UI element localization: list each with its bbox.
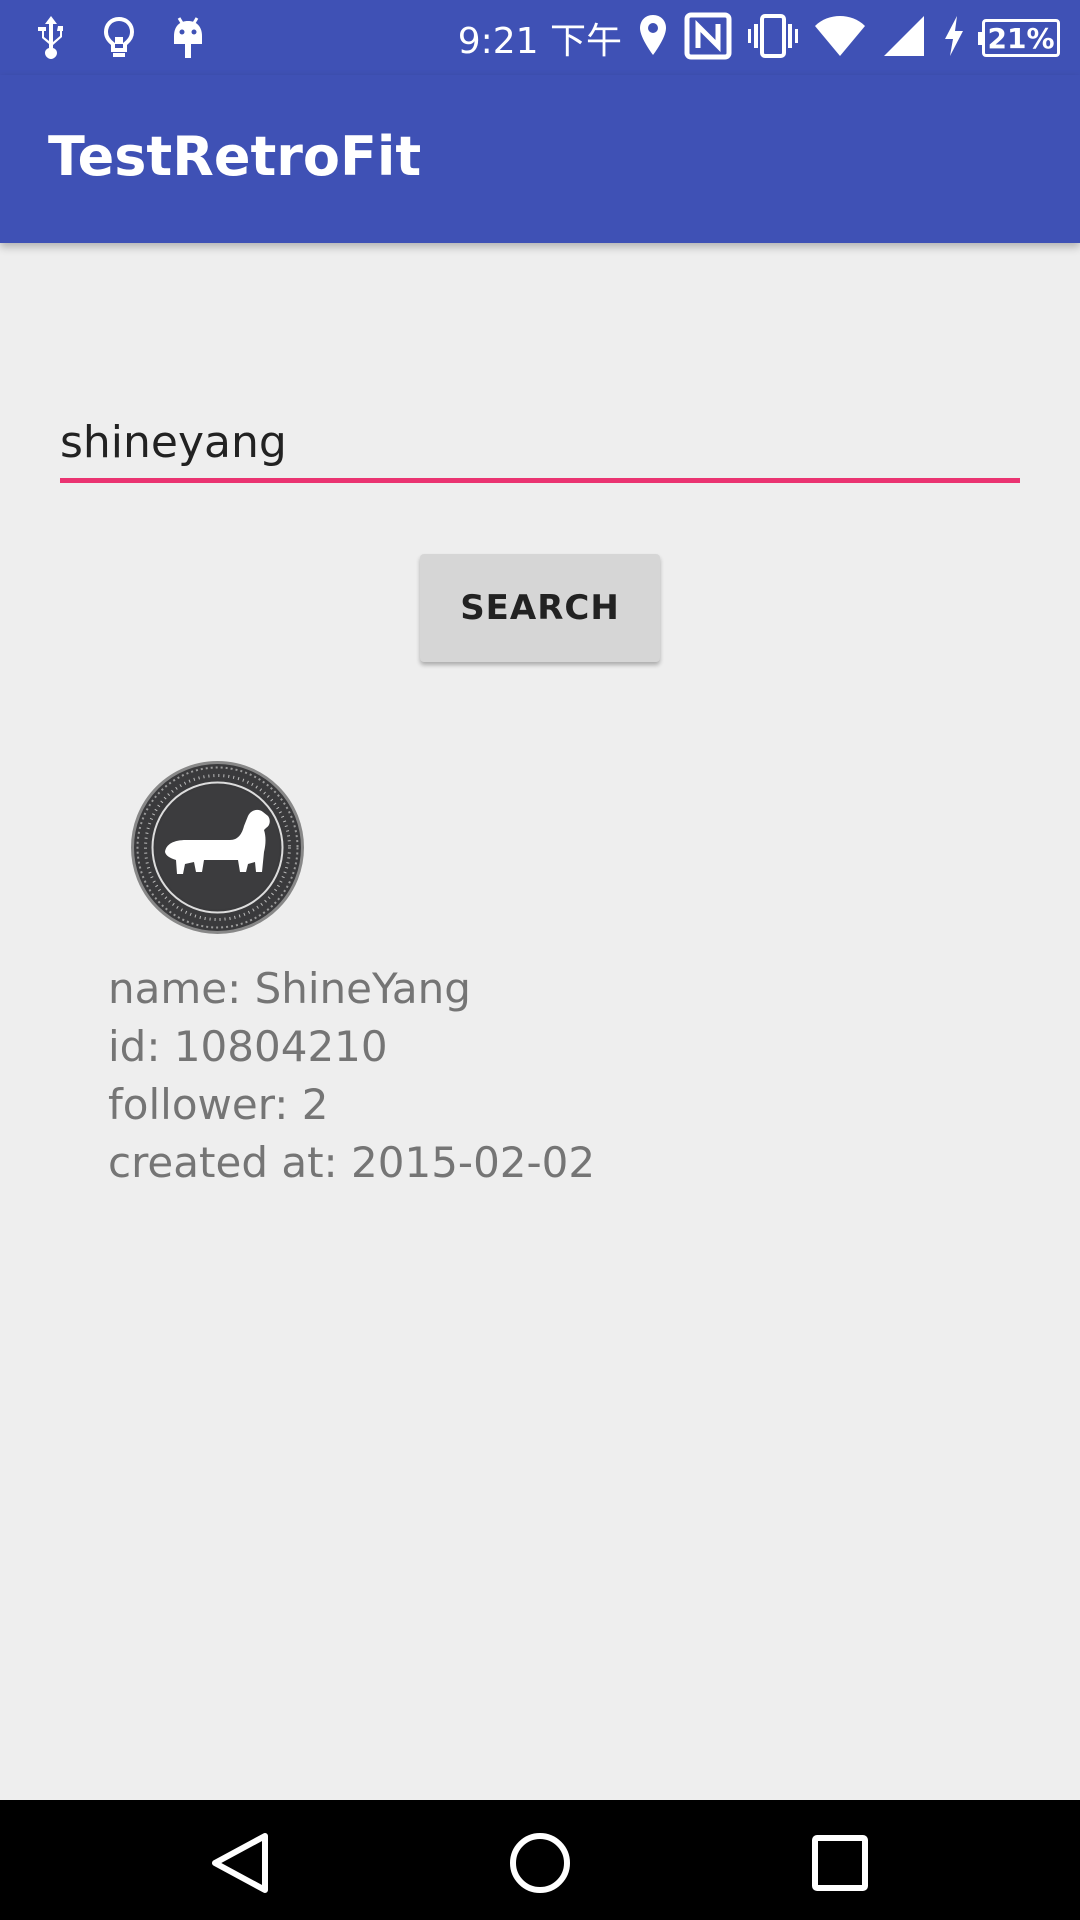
system-status: 9:21 下午 21% [458,12,1060,64]
usb-icon [34,14,68,62]
lightbulb-icon [102,14,136,62]
status-bar: 9:21 下午 21% [0,0,1080,75]
wifi-icon [814,14,866,63]
notification-icons [34,14,206,62]
search-input[interactable] [60,405,1020,480]
vibrate-icon [748,13,798,64]
profile-created-at: created at: 2015-02-02 [108,1138,596,1187]
back-icon[interactable] [207,1830,273,1896]
app-title: TestRetroFit [48,125,422,188]
app-bar: TestRetroFit [0,75,1080,243]
search-field[interactable] [60,405,1020,485]
search-input-underline [60,478,1020,483]
cell-signal-icon [882,14,926,63]
profile-info: name: ShineYang id: 10804210 follower: 2… [108,960,595,1192]
charging-icon [942,14,966,63]
battery-icon: 21% [978,19,1060,57]
navigation-bar [0,1800,1080,1920]
profile-id: id: 10804210 [108,1022,388,1071]
recents-icon[interactable] [807,1830,873,1896]
clock: 9:21 下午 [457,21,622,62]
android-icon [170,14,206,62]
nfc-icon [684,12,732,65]
profile-name: name: ShineYang [108,964,471,1013]
search-button[interactable]: SEARCH [420,554,660,662]
location-icon [638,13,668,64]
profile-follower: follower: 2 [108,1080,329,1129]
home-icon[interactable] [507,1830,573,1896]
avatar [130,760,305,935]
